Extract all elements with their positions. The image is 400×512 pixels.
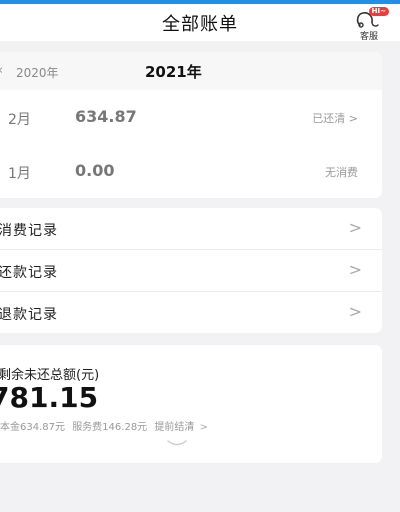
bill-month: 1月	[8, 166, 31, 182]
page-title: 全部账单	[162, 14, 238, 35]
record-row-repayment[interactable]: 还款记录 >	[0, 250, 382, 292]
record-row-consumption[interactable]: 消费记录 >	[0, 208, 382, 250]
page-header: 全部账单 HI~ 客服	[0, 4, 400, 42]
customer-service-button[interactable]: HI~ 客服	[352, 6, 389, 42]
principal-text: 含本金634.87元	[0, 422, 65, 433]
expand-down-icon[interactable]	[166, 439, 188, 447]
chevron-right-icon: >	[199, 422, 208, 433]
year-tab-prev[interactable]: 2020年	[16, 64, 59, 81]
year-tabs: ‹ 2020年 2021年	[0, 52, 382, 90]
record-label: 还款记录	[0, 265, 58, 281]
bill-month: 2月	[8, 112, 31, 128]
bill-amount: 634.87	[75, 107, 137, 126]
year-tab-current[interactable]: 2021年	[145, 61, 202, 82]
hi-badge: HI~	[368, 7, 389, 16]
prepay-link[interactable]: 提前结清	[154, 422, 194, 433]
balance-detail: 含本金634.87元 服务费146.28元 提前结清 >	[0, 418, 212, 433]
record-label: 消费记录	[0, 223, 58, 239]
chevron-right-icon: >	[348, 302, 362, 321]
balance-amount: 781.15	[0, 381, 99, 414]
customer-service-label: 客服	[359, 32, 378, 42]
record-label: 退款记录	[0, 307, 58, 323]
records-card: 消费记录 > 还款记录 > 退款记录 >	[0, 208, 382, 333]
bill-status: 无消费	[325, 166, 358, 179]
service-fee-text: 服务费146.28元	[72, 422, 148, 433]
chevron-right-icon: >	[348, 218, 362, 237]
chevron-left-icon[interactable]: ‹	[0, 63, 3, 78]
bill-row-february[interactable]: 2月 634.87 已还清 >	[0, 92, 382, 146]
bill-amount: 0.00	[75, 161, 115, 180]
record-row-refund[interactable]: 退款记录 >	[0, 292, 382, 333]
chevron-right-icon: >	[348, 260, 362, 279]
bill-row-january[interactable]: 1月 0.00 无消费	[0, 146, 382, 200]
bills-card: ‹ 2020年 2021年 2月 634.87 已还清 > 1月 0.00 无消…	[0, 52, 382, 198]
balance-card: 剩余未还总额(元) 781.15 含本金634.87元 服务费146.28元 提…	[0, 345, 382, 463]
bill-status: 已还清 >	[312, 112, 358, 125]
